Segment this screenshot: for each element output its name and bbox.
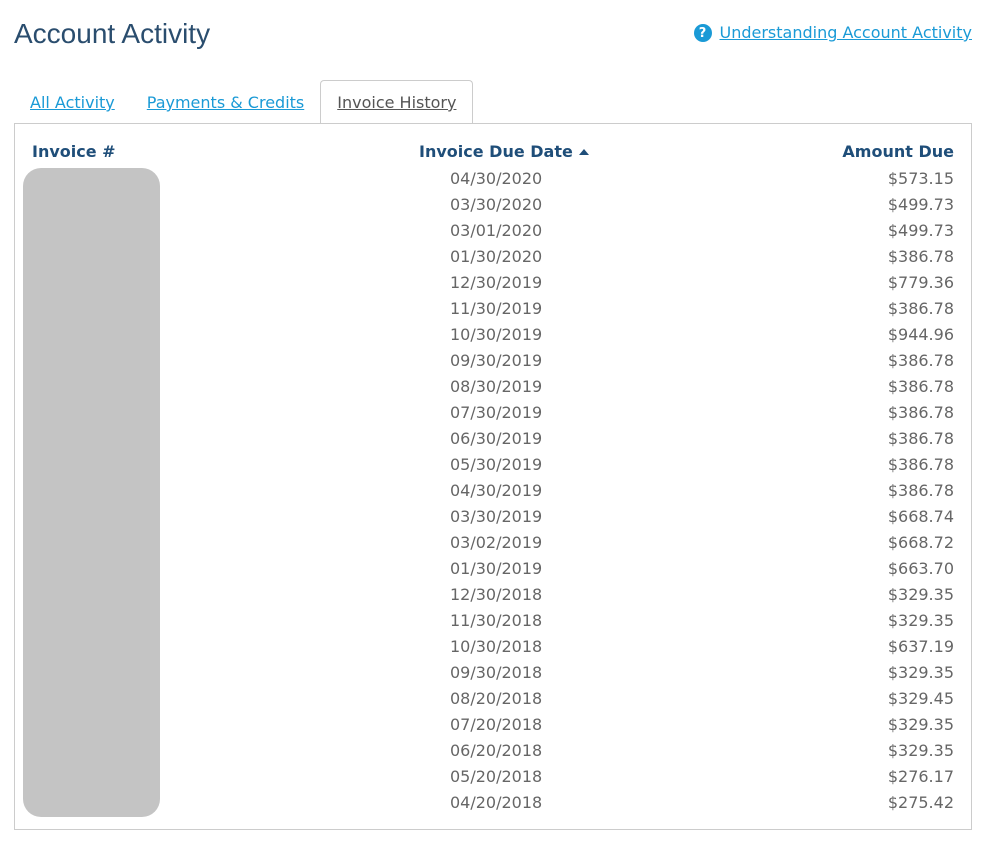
amount-due: $386.78 bbox=[887, 247, 954, 266]
invoice-due-date: 08/20/2018 bbox=[450, 689, 543, 708]
amount-due: $499.73 bbox=[887, 195, 954, 214]
amount-due: $386.78 bbox=[887, 403, 954, 422]
invoice-due-date: 12/30/2019 bbox=[450, 273, 543, 292]
amount-due: $386.78 bbox=[887, 455, 954, 474]
invoice-due-date: 04/20/2018 bbox=[450, 793, 543, 812]
column-header-amount: Amount Due bbox=[842, 142, 954, 161]
invoice-due-date: 11/30/2019 bbox=[450, 299, 543, 318]
invoice-due-date: 04/30/2019 bbox=[450, 481, 543, 500]
amount-due: $329.35 bbox=[887, 585, 954, 604]
amount-due: $329.35 bbox=[887, 715, 954, 734]
invoice-due-date: 05/20/2018 bbox=[450, 767, 543, 786]
invoice-due-date: 05/30/2019 bbox=[450, 455, 543, 474]
page-title: Account Activity bbox=[14, 18, 211, 49]
invoice-due-date: 03/01/2020 bbox=[450, 221, 543, 240]
column-header-due-date-label: Invoice Due Date bbox=[419, 142, 573, 161]
sort-ascending-icon bbox=[578, 148, 589, 155]
amount-due: $573.15 bbox=[887, 169, 954, 188]
invoice-due-date: 12/30/2018 bbox=[450, 585, 543, 604]
amount-due: $275.42 bbox=[887, 793, 954, 812]
invoice-due-date: 03/30/2020 bbox=[450, 195, 543, 214]
amount-due: $329.35 bbox=[887, 663, 954, 682]
invoice-due-date: 10/30/2018 bbox=[450, 637, 543, 656]
amount-due: $499.73 bbox=[887, 221, 954, 240]
amount-due: $668.72 bbox=[887, 533, 954, 552]
invoice-due-date: 06/30/2019 bbox=[450, 429, 543, 448]
amount-due: $779.36 bbox=[887, 273, 954, 292]
amount-due: $386.78 bbox=[887, 351, 954, 370]
invoice-due-date: 03/30/2019 bbox=[450, 507, 543, 526]
understanding-account-activity-link[interactable]: ? Understanding Account Activity bbox=[693, 22, 973, 44]
tab-all-activity[interactable]: All Activity bbox=[14, 81, 131, 124]
amount-due: $329.35 bbox=[887, 741, 954, 760]
amount-due: $944.96 bbox=[887, 325, 954, 344]
help-link-label: Understanding Account Activity bbox=[719, 23, 973, 42]
amount-due: $386.78 bbox=[887, 481, 954, 500]
invoice-history-panel: Invoice # Invoice Due Date Amount Due 04… bbox=[14, 123, 972, 830]
amount-due: $386.78 bbox=[887, 377, 954, 396]
redacted-invoice-numbers bbox=[23, 168, 160, 817]
invoice-due-date: 09/30/2019 bbox=[450, 351, 543, 370]
invoice-due-date: 11/30/2018 bbox=[450, 611, 543, 630]
invoice-due-date: 07/20/2018 bbox=[450, 715, 543, 734]
column-header-due-date[interactable]: Invoice Due Date bbox=[419, 142, 589, 161]
invoice-due-date: 06/20/2018 bbox=[450, 741, 543, 760]
amount-due: $276.17 bbox=[887, 767, 954, 786]
amount-due: $329.45 bbox=[887, 689, 954, 708]
tab-invoice-history[interactable]: Invoice History bbox=[320, 80, 474, 125]
activity-tabs: All Activity Payments & Credits Invoice … bbox=[14, 80, 474, 125]
column-header-invoice: Invoice # bbox=[32, 142, 116, 161]
invoice-due-date: 10/30/2019 bbox=[450, 325, 543, 344]
invoice-due-date: 01/30/2019 bbox=[450, 559, 543, 578]
invoice-due-date: 01/30/2020 bbox=[450, 247, 543, 266]
invoice-due-date: 08/30/2019 bbox=[450, 377, 543, 396]
invoice-due-date: 09/30/2018 bbox=[450, 663, 543, 682]
table-header: Invoice # Invoice Due Date Amount Due bbox=[15, 142, 971, 164]
amount-due: $663.70 bbox=[887, 559, 954, 578]
amount-due: $329.35 bbox=[887, 611, 954, 630]
invoice-due-date: 07/30/2019 bbox=[450, 403, 543, 422]
amount-due: $668.74 bbox=[887, 507, 954, 526]
question-circle-icon: ? bbox=[693, 24, 712, 42]
tab-payments-credits[interactable]: Payments & Credits bbox=[131, 81, 320, 124]
invoice-due-date: 03/02/2019 bbox=[450, 533, 543, 552]
invoice-due-date: 04/30/2020 bbox=[450, 169, 543, 188]
amount-due: $386.78 bbox=[887, 429, 954, 448]
amount-due: $637.19 bbox=[887, 637, 954, 656]
amount-due: $386.78 bbox=[887, 299, 954, 318]
